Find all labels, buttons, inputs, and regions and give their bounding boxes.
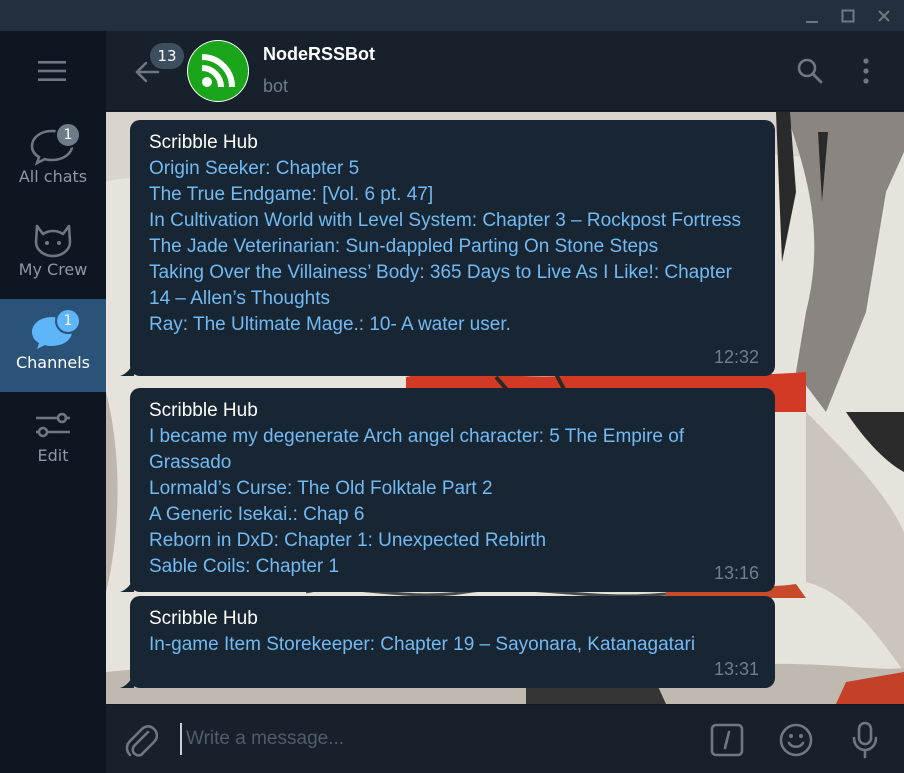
rss-icon bbox=[188, 41, 248, 101]
rss-link[interactable]: Taking Over the Villainess’ Body: 365 Da… bbox=[149, 260, 757, 312]
avatar[interactable] bbox=[187, 40, 249, 102]
hamburger-menu-icon[interactable] bbox=[30, 55, 74, 87]
folder-label: Channels bbox=[15, 353, 91, 372]
rss-link[interactable]: Reborn in DxD: Chapter 1: Unexpected Reb… bbox=[149, 528, 757, 554]
window-titlebar bbox=[0, 0, 904, 31]
rss-link[interactable]: A Generic Isekai.: Chap 6 bbox=[149, 502, 757, 528]
cat-icon bbox=[28, 216, 78, 260]
folder-all-chats[interactable]: All chats 1 bbox=[0, 113, 106, 206]
rss-link[interactable]: In Cultivation World with Level System: … bbox=[149, 208, 757, 234]
bubble-tail bbox=[120, 578, 134, 592]
unread-count-badge: 13 bbox=[150, 43, 184, 69]
bubble-tail bbox=[120, 674, 134, 688]
rss-link[interactable]: The Jade Veterinarian: Sun-dappled Parti… bbox=[149, 234, 757, 260]
folder-label: Edit bbox=[37, 446, 69, 465]
microphone-icon[interactable] bbox=[850, 721, 880, 759]
chat-title[interactable]: NodeRSSBot bbox=[263, 44, 375, 65]
message-list[interactable]: Scribble Hub Origin Seeker: Chapter 5 Th… bbox=[106, 112, 904, 704]
message-bubble[interactable]: Scribble Hub In-game Item Storekeeper: C… bbox=[120, 596, 775, 688]
rss-link[interactable]: Sable Coils: Chapter 1 bbox=[149, 554, 757, 580]
folder-sidebar: All chats 1 My Crew Channels 1 Edit bbox=[0, 31, 106, 773]
more-vertical-icon[interactable] bbox=[858, 57, 874, 85]
emoji-icon[interactable] bbox=[778, 722, 814, 758]
folder-my-crew[interactable]: My Crew bbox=[0, 206, 106, 299]
rss-link[interactable]: Origin Seeker: Chapter 5 bbox=[149, 156, 757, 182]
message-time: 12:32 bbox=[713, 347, 759, 367]
folder-edit[interactable]: Edit bbox=[0, 392, 106, 485]
message-time: 13:31 bbox=[713, 659, 759, 679]
bot-command-icon[interactable] bbox=[710, 723, 744, 757]
message-composer bbox=[106, 704, 904, 773]
search-icon[interactable] bbox=[796, 57, 824, 85]
close-icon[interactable] bbox=[872, 4, 896, 28]
message-sender: Scribble Hub bbox=[149, 608, 258, 629]
rss-link[interactable]: In-game Item Storekeeper: Chapter 19 – S… bbox=[149, 632, 757, 658]
chat-header: 13 NodeRSSBot bot bbox=[106, 31, 904, 111]
message-sender: Scribble Hub bbox=[149, 400, 258, 421]
message-bubble[interactable]: Scribble Hub I became my degenerate Arch… bbox=[120, 388, 775, 592]
folder-label: My Crew bbox=[18, 260, 88, 279]
rss-link[interactable]: I became my degenerate Arch angel charac… bbox=[149, 424, 757, 476]
folder-label: All chats bbox=[18, 167, 88, 186]
chat-status: bot bbox=[263, 76, 289, 96]
message-time: 13:16 bbox=[713, 563, 759, 583]
minimize-icon[interactable] bbox=[800, 4, 824, 28]
rss-link[interactable]: The True Endgame: [Vol. 6 pt. 47] bbox=[149, 182, 757, 208]
message-input[interactable] bbox=[180, 723, 680, 755]
rss-link[interactable]: Ray: The Ultimate Mage.: 10- A water use… bbox=[149, 312, 757, 338]
message-sender: Scribble Hub bbox=[149, 132, 258, 153]
maximize-icon[interactable] bbox=[836, 4, 860, 28]
paperclip-icon[interactable] bbox=[124, 723, 159, 759]
unread-badge: 1 bbox=[55, 122, 81, 148]
sliders-icon bbox=[28, 402, 78, 446]
folder-channels[interactable]: Channels 1 bbox=[0, 299, 106, 392]
rss-link[interactable]: Lormald’s Curse: The Old Folktale Part 2 bbox=[149, 476, 757, 502]
message-bubble[interactable]: Scribble Hub Origin Seeker: Chapter 5 Th… bbox=[120, 120, 775, 376]
bubble-tail bbox=[120, 362, 134, 376]
unread-badge: 1 bbox=[55, 308, 81, 334]
